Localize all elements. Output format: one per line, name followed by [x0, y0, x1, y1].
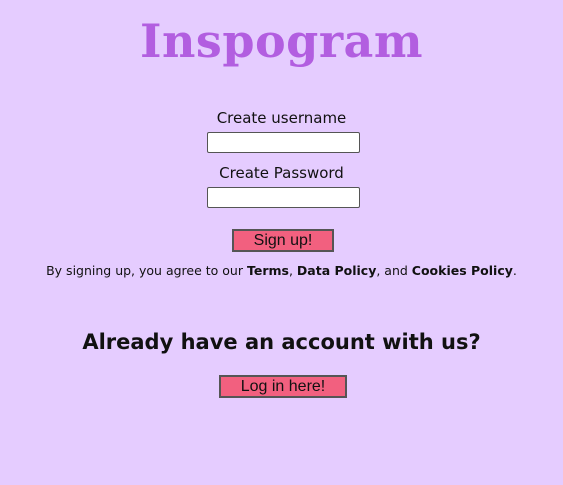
username-label: Create username [216, 109, 347, 127]
data-policy-link[interactable]: Data Policy [297, 263, 376, 278]
password-label: Create Password [219, 164, 344, 182]
cookies-policy-link[interactable]: Cookies Policy [412, 263, 513, 278]
terms-prefix: By signing up, you agree to our [46, 263, 247, 278]
brand-logo: Inspogram [139, 14, 424, 68]
signup-page: Inspogram Create username Create Passwor… [0, 0, 563, 485]
terms-suffix: . [512, 263, 517, 278]
terms-notice: By signing up, you agree to our Terms, D… [0, 262, 563, 280]
login-button[interactable]: Log in here! [219, 375, 347, 398]
signup-button[interactable]: Sign up! [232, 229, 334, 252]
terms-separator: , and [376, 263, 412, 278]
password-input[interactable] [207, 187, 360, 208]
terms-link[interactable]: Terms [247, 263, 289, 278]
login-heading: Already have an account with us? [82, 330, 481, 354]
username-input[interactable] [207, 132, 360, 153]
terms-separator: , [288, 263, 297, 278]
